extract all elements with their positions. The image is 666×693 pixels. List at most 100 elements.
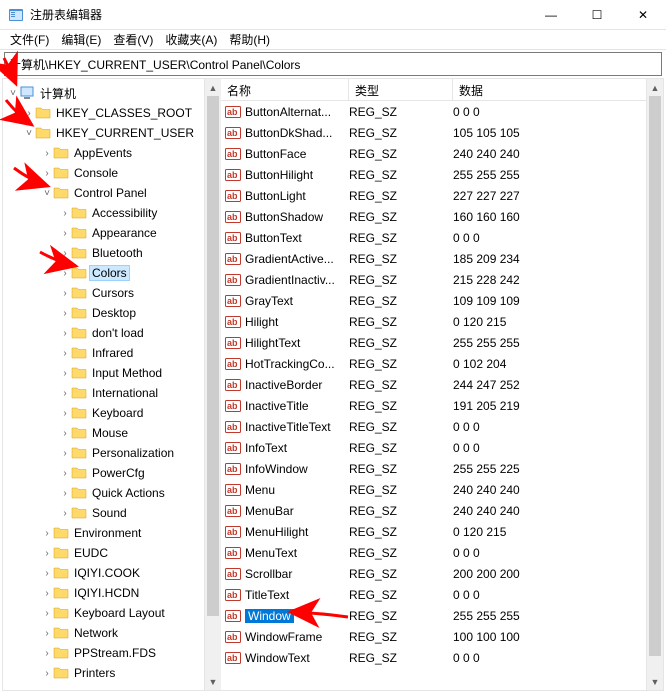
expander-icon[interactable]: › xyxy=(59,368,71,379)
value-row[interactable]: abButtonShadowREG_SZ160 160 160 xyxy=(221,206,663,227)
value-row[interactable]: abGrayTextREG_SZ109 109 109 xyxy=(221,290,663,311)
tree-key-ppstream-fds[interactable]: ›PPStream.FDS xyxy=(3,643,220,663)
expander-icon[interactable]: ˅ xyxy=(23,128,35,139)
tree-key-mouse[interactable]: ›Mouse xyxy=(3,423,220,443)
tree-root-computer[interactable]: ˅计算机 xyxy=(3,83,220,103)
expander-icon[interactable]: › xyxy=(59,428,71,439)
expander-icon[interactable]: › xyxy=(59,348,71,359)
expander-icon[interactable]: › xyxy=(41,568,53,579)
menu-edit[interactable]: 编辑(E) xyxy=(55,29,107,50)
value-row[interactable]: abButtonTextREG_SZ0 0 0 xyxy=(221,227,663,248)
address-bar[interactable]: 计算机\HKEY_CURRENT_USER\Control Panel\Colo… xyxy=(4,52,662,76)
value-row[interactable]: abInfoWindowREG_SZ255 255 225 xyxy=(221,458,663,479)
tree-key-bluetooth[interactable]: ›Bluetooth xyxy=(3,243,220,263)
expander-icon[interactable]: › xyxy=(41,668,53,679)
tree-key-personalization[interactable]: ›Personalization xyxy=(3,443,220,463)
value-row[interactable]: abInactiveBorderREG_SZ244 247 252 xyxy=(221,374,663,395)
value-row[interactable]: abMenuHilightREG_SZ0 120 215 xyxy=(221,521,663,542)
expander-icon[interactable]: › xyxy=(41,608,53,619)
value-row[interactable]: abScrollbarREG_SZ200 200 200 xyxy=(221,563,663,584)
value-row[interactable]: abTitleTextREG_SZ0 0 0 xyxy=(221,584,663,605)
tree-key-sound[interactable]: ›Sound xyxy=(3,503,220,523)
expander-icon[interactable]: › xyxy=(41,628,53,639)
expander-icon[interactable]: › xyxy=(23,108,35,119)
value-row[interactable]: abHilightREG_SZ0 120 215 xyxy=(221,311,663,332)
value-row[interactable]: abInactiveTitleTextREG_SZ0 0 0 xyxy=(221,416,663,437)
tree-key-printers[interactable]: ›Printers xyxy=(3,663,220,683)
value-row[interactable]: abButtonHilightREG_SZ255 255 255 xyxy=(221,164,663,185)
menu-help[interactable]: 帮助(H) xyxy=(223,29,276,50)
value-row[interactable]: abHotTrackingCo...REG_SZ0 102 204 xyxy=(221,353,663,374)
expander-icon[interactable]: › xyxy=(41,588,53,599)
value-row[interactable]: abMenuBarREG_SZ240 240 240 xyxy=(221,500,663,521)
value-row[interactable]: abButtonFaceREG_SZ240 240 240 xyxy=(221,143,663,164)
expander-icon[interactable]: › xyxy=(41,168,53,179)
scroll-down-icon[interactable]: ▼ xyxy=(647,673,663,690)
expander-icon[interactable]: › xyxy=(41,148,53,159)
minimize-button[interactable]: — xyxy=(528,0,574,30)
expander-icon[interactable]: › xyxy=(59,488,71,499)
tree-vertical-scrollbar[interactable]: ▲ ▼ xyxy=(204,79,221,690)
tree-key-colors[interactable]: ›Colors xyxy=(3,263,220,283)
value-row[interactable]: abButtonDkShad...REG_SZ105 105 105 xyxy=(221,122,663,143)
column-data[interactable]: 数据 xyxy=(453,79,663,100)
close-button[interactable]: ✕ xyxy=(620,0,666,30)
value-row[interactable]: abHilightTextREG_SZ255 255 255 xyxy=(221,332,663,353)
tree-key-keyboard-layout[interactable]: ›Keyboard Layout xyxy=(3,603,220,623)
menu-favorites[interactable]: 收藏夹(A) xyxy=(159,29,223,50)
value-row[interactable]: abWindowFrameREG_SZ100 100 100 xyxy=(221,626,663,647)
value-row[interactable]: abGradientActive...REG_SZ185 209 234 xyxy=(221,248,663,269)
expander-icon[interactable]: › xyxy=(59,248,71,259)
value-row[interactable]: abWindowREG_SZ255 255 255 xyxy=(221,605,663,626)
column-name[interactable]: 名称 xyxy=(221,79,349,100)
value-row[interactable]: abButtonLightREG_SZ227 227 227 xyxy=(221,185,663,206)
expander-icon[interactable]: › xyxy=(41,528,53,539)
expander-icon[interactable]: › xyxy=(59,228,71,239)
value-row[interactable]: abInfoTextREG_SZ0 0 0 xyxy=(221,437,663,458)
expander-icon[interactable]: › xyxy=(59,408,71,419)
tree-key-keyboard[interactable]: ›Keyboard xyxy=(3,403,220,423)
tree-key-iqiyi-cook[interactable]: ›IQIYI.COOK xyxy=(3,563,220,583)
expander-icon[interactable]: ˅ xyxy=(41,188,53,199)
menu-view[interactable]: 查看(V) xyxy=(107,29,159,50)
scroll-thumb[interactable] xyxy=(649,96,661,656)
tree-key-eudc[interactable]: ›EUDC xyxy=(3,543,220,563)
maximize-button[interactable]: ☐ xyxy=(574,0,620,30)
expander-icon[interactable]: › xyxy=(59,288,71,299)
expander-icon[interactable]: › xyxy=(59,388,71,399)
value-row[interactable]: abMenuTextREG_SZ0 0 0 xyxy=(221,542,663,563)
tree-key-console[interactable]: ›Console xyxy=(3,163,220,183)
tree-key-accessibility[interactable]: ›Accessibility xyxy=(3,203,220,223)
value-row[interactable]: abInactiveTitleREG_SZ191 205 219 xyxy=(221,395,663,416)
tree-key-powercfg[interactable]: ›PowerCfg xyxy=(3,463,220,483)
expander-icon[interactable]: › xyxy=(59,448,71,459)
scroll-thumb[interactable] xyxy=(207,96,219,616)
tree-key-network[interactable]: ›Network xyxy=(3,623,220,643)
tree-hive-hkey-current-user[interactable]: ˅HKEY_CURRENT_USER xyxy=(3,123,220,143)
expander-icon[interactable]: › xyxy=(59,328,71,339)
tree-key-control-panel[interactable]: ˅Control Panel xyxy=(3,183,220,203)
scroll-up-icon[interactable]: ▲ xyxy=(647,79,663,96)
column-type[interactable]: 类型 xyxy=(349,79,453,100)
tree-key-appevents[interactable]: ›AppEvents xyxy=(3,143,220,163)
tree-key-don-t-load[interactable]: ›don't load xyxy=(3,323,220,343)
expander-icon[interactable]: › xyxy=(41,548,53,559)
tree-hive-hkey-classes-root[interactable]: ›HKEY_CLASSES_ROOT xyxy=(3,103,220,123)
tree-key-infrared[interactable]: ›Infrared xyxy=(3,343,220,363)
value-row[interactable]: abButtonAlternat...REG_SZ0 0 0 xyxy=(221,101,663,122)
scroll-up-icon[interactable]: ▲ xyxy=(205,79,221,96)
value-row[interactable]: abMenuREG_SZ240 240 240 xyxy=(221,479,663,500)
expander-icon[interactable]: › xyxy=(59,308,71,319)
tree-key-environment[interactable]: ›Environment xyxy=(3,523,220,543)
expander-icon[interactable]: › xyxy=(59,208,71,219)
value-row[interactable]: abWindowTextREG_SZ0 0 0 xyxy=(221,647,663,668)
expander-icon[interactable]: › xyxy=(41,648,53,659)
value-row[interactable]: abGradientInactiv...REG_SZ215 228 242 xyxy=(221,269,663,290)
expander-icon[interactable]: ˅ xyxy=(7,88,19,99)
expander-icon[interactable]: › xyxy=(59,268,71,279)
expander-icon[interactable]: › xyxy=(59,508,71,519)
tree-key-iqiyi-hcdn[interactable]: ›IQIYI.HCDN xyxy=(3,583,220,603)
vertical-scrollbar[interactable]: ▲ ▼ xyxy=(646,79,663,690)
tree-key-desktop[interactable]: ›Desktop xyxy=(3,303,220,323)
menu-file[interactable]: 文件(F) xyxy=(4,29,55,50)
